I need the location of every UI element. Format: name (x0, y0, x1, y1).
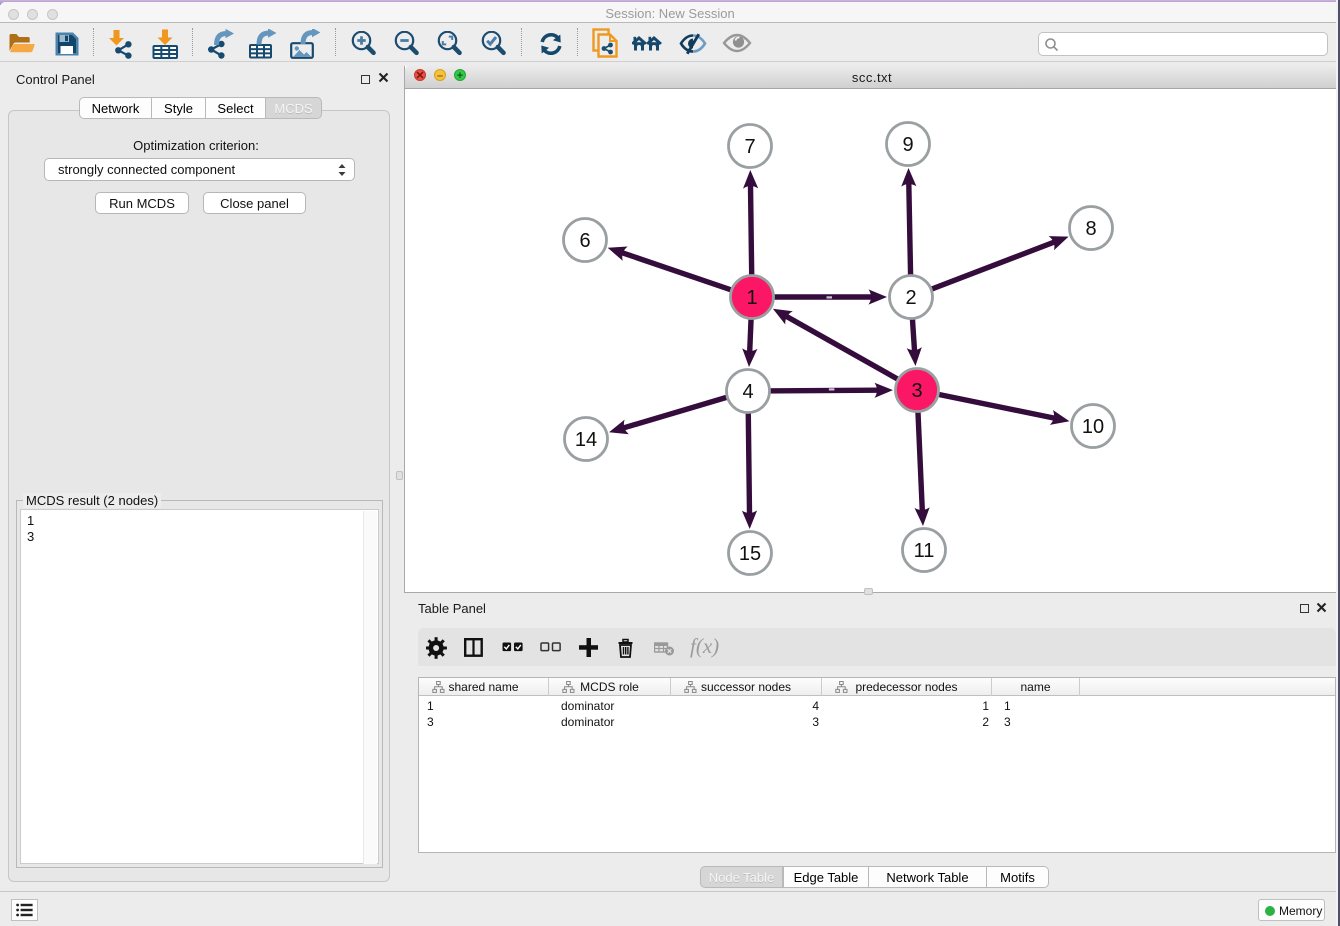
svg-text:11: 11 (914, 540, 935, 562)
svg-text:1: 1 (746, 287, 757, 309)
svg-text:3: 3 (911, 380, 922, 402)
svg-text:2: 2 (905, 287, 916, 309)
svg-text:10: 10 (1082, 416, 1104, 438)
svg-text:8: 8 (1085, 218, 1096, 240)
svg-text:14: 14 (575, 429, 597, 451)
svg-text:9: 9 (902, 134, 913, 156)
svg-text:7: 7 (744, 136, 755, 158)
svg-text:4: 4 (742, 381, 753, 403)
svg-text:6: 6 (579, 230, 590, 252)
svg-text:15: 15 (739, 543, 761, 565)
